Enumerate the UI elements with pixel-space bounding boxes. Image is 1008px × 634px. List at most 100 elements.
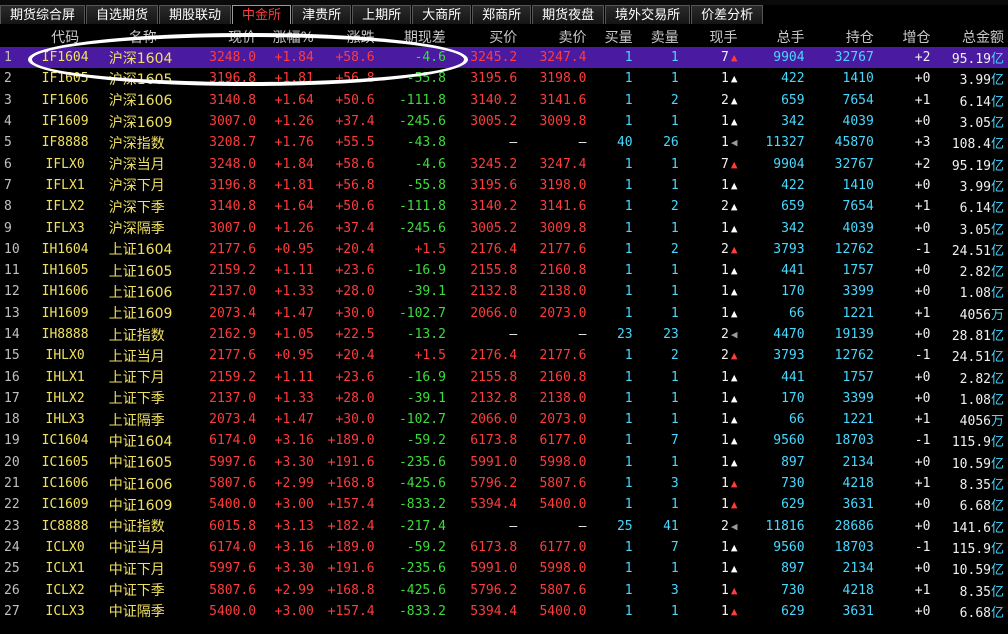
table-row[interactable]: 27 ICLX3 中证隔季 5400.0 +3.00 +157.4 -833.2 5394.4… (0, 601, 1008, 622)
last-hand: 1 ▲ (683, 68, 742, 89)
table-row[interactable]: 23 IC8888 中证指数 6015.8 +3.13 +182.4 -217.4 – – 25 4… (0, 516, 1008, 537)
tab-6[interactable]: 大商所 (412, 5, 472, 24)
turnover-value: 3.05 (959, 222, 991, 238)
change-amount: +37.4 (335, 114, 375, 130)
white-up-arrow-icon: ▲ (730, 285, 738, 299)
table-row[interactable]: 7 IFLX1 沪深下月 3196.8 +1.81 +56.8 -55.8 3195.6 319… (0, 175, 1008, 196)
table-row[interactable]: 2 IF1605 沪深1605 3196.8 +1.81 +56.8 -55.8 3195.6… (0, 68, 1008, 89)
turnover: 108.4亿 (934, 132, 1008, 153)
last-hand: 1 ▲ (683, 601, 742, 622)
turnover-unit: 亿 (990, 286, 1004, 302)
tab-1[interactable]: 自选期货 (86, 5, 159, 24)
table-row[interactable]: 17 IHLX2 上证下季 2137.0 +1.33 +28.0 -39.1 2132.8 21… (0, 388, 1008, 409)
last-hand: 2 ◀ (683, 324, 742, 345)
table-row[interactable]: 19 IC1604 中证1604 6174.0 +3.16 +189.0 -59.2 6173… (0, 430, 1008, 451)
basis-value: -111.8 (398, 92, 446, 108)
column-header-turnover[interactable]: 总金额 (934, 26, 1008, 47)
tab-5[interactable]: 上期所 (352, 5, 412, 24)
table-row[interactable]: 9 IFLX3 沪深隔季 3007.0 +1.26 +37.4 -245.6 3005.2 30… (0, 217, 1008, 238)
tab-7[interactable]: 郑商所 (472, 5, 532, 24)
table-row[interactable]: 13 IH1609 上证1609 2073.4 +1.47 +30.0 -102.7 2066… (0, 303, 1008, 324)
basis-value: -235.6 (398, 454, 446, 470)
tab-10[interactable]: 价差分析 (691, 5, 764, 24)
tab-3[interactable]: 中金所 (232, 5, 292, 24)
column-header-total-volume[interactable]: 总手 (741, 26, 808, 47)
contract-name: 上证指数 (108, 327, 165, 344)
table-row[interactable]: 11 IH1605 上证1605 2159.2 +1.11 +23.6 -16.9 2155.… (0, 260, 1008, 281)
column-header-name[interactable]: 名称 (103, 26, 187, 47)
table-row[interactable]: 18 IHLX3 上证隔季 2073.4 +1.47 +30.0 -102.7 2066.0 2… (0, 409, 1008, 430)
tab-0[interactable]: 期货综合屏 (0, 5, 86, 24)
contract-code: IF1606 (41, 92, 89, 108)
change-percent: +1.11 (274, 369, 314, 385)
table-row[interactable]: 20 IC1605 中证1605 5997.6 +3.30 +191.6 -235.6 599… (0, 452, 1008, 473)
row-index: 27 (4, 603, 20, 619)
table-row[interactable]: 24 ICLX0 中证当月 6174.0 +3.16 +189.0 -59.2 6173.8 6… (0, 537, 1008, 558)
table-row[interactable]: 26 ICLX2 中证下季 5807.6 +2.99 +168.8 -425.6 5796.2… (0, 579, 1008, 600)
change-amount: +20.4 (335, 241, 375, 257)
column-header-code[interactable]: 代码 (31, 26, 102, 47)
turnover-value: 6.14 (959, 94, 991, 110)
table-row[interactable]: 12 IH1606 上证1606 2137.0 +1.33 +28.0 -39.1 2132.… (0, 281, 1008, 302)
contract-name: 上证1609 (108, 306, 173, 323)
table-row[interactable]: 6 IFLX0 沪深当月 3248.0 +1.84 +58.6 -4.6 3245.2 3247… (0, 153, 1008, 174)
column-header-index[interactable] (0, 26, 31, 47)
last-hand-value: 1 (721, 284, 729, 300)
open-interest: 45870 (834, 135, 874, 151)
column-header-bid-volume[interactable]: 买量 (590, 26, 636, 47)
basis-value: -425.6 (398, 582, 446, 598)
bid-price: 2176.4 (470, 241, 518, 257)
column-header-price[interactable]: 现价 (187, 26, 260, 47)
table-row[interactable]: 5 IF8888 沪深指数 3208.7 +1.76 +55.5 -43.8– –40 26 1 ◀… (0, 132, 1008, 153)
column-header-change[interactable]: 涨跌 (318, 26, 379, 47)
change-amount: +189.0 (327, 433, 375, 449)
ask-price: 2138.0 (539, 390, 587, 406)
contract-code: IC1609 (41, 497, 89, 513)
turnover-unit: 亿 (990, 563, 1004, 579)
column-header-ask[interactable]: 卖价 (521, 26, 590, 47)
table-row[interactable]: 1 IF1604 沪深1604 3248.0 +1.84 +58.6 -4.6 3245.2 3… (0, 47, 1008, 69)
ask-price: 3141.6 (539, 92, 587, 108)
ask-price: 5807.6 (539, 582, 587, 598)
table-row[interactable]: 25 ICLX1 中证下月 5997.6 +3.30 +191.6 -235.6 5991.0… (0, 558, 1008, 579)
table-row[interactable]: 3 IF1606 沪深1606 3140.8 +1.64 +50.6 -111.8 3140.… (0, 90, 1008, 111)
basis-value: -245.6 (398, 114, 446, 130)
oi-change: +0 (914, 497, 931, 513)
table-row[interactable]: 21 IC1606 中证1606 5807.6 +2.99 +168.8 -425.6 579… (0, 473, 1008, 494)
red-up-arrow-icon: ▲ (730, 51, 738, 65)
change-amount: +30.0 (335, 412, 375, 428)
table-row[interactable]: 22 IC1609 中证1609 5400.0 +3.00 +157.4 -833.2 539… (0, 494, 1008, 515)
tab-8[interactable]: 期货夜盘 (532, 5, 605, 24)
white-up-arrow-icon: ▲ (730, 200, 738, 214)
last-hand: 1 ▲ (683, 452, 742, 473)
exchange-tab-bar: 期货综合屏 自选期货 期股联动 中金所 津贵所 上期所 大商所 郑商所 期货夜盘 境外交易所 价差分… (0, 5, 1008, 25)
table-row[interactable]: 16 IHLX1 上证下月 2159.2 +1.11 +23.6 -16.9 2155.8 21… (0, 366, 1008, 387)
tab-4[interactable]: 津贵所 (292, 5, 352, 24)
open-interest: 28686 (834, 518, 874, 534)
table-row[interactable]: 15 IHLX0 上证当月 2177.6 +0.95 +20.4 +1.5 2176.4 217… (0, 345, 1008, 366)
contract-name: 沪深1609 (108, 114, 173, 131)
open-interest: 1757 (842, 369, 874, 385)
table-row[interactable]: 14 IH8888 上证指数 2162.9 +1.05 +22.5 -13.2 – – 23 23 2… (0, 324, 1008, 345)
column-header-bid[interactable]: 买价 (450, 26, 521, 47)
column-header-pct[interactable]: 涨幅% (260, 26, 318, 47)
table-row[interactable]: 10 IH1604 上证1604 2177.6 +0.95 +20.4 +1.5 2176.4… (0, 239, 1008, 260)
column-header-ask-volume[interactable]: 卖量 (637, 26, 683, 47)
column-header-last-hand[interactable]: 现手 (683, 26, 742, 47)
last-price: 3196.8 (209, 71, 257, 87)
bid-volume: 1 (624, 199, 633, 215)
contract-code: ICLX2 (45, 582, 85, 598)
column-header-oi-change[interactable]: 增仓 (878, 26, 935, 47)
ask-volume: 1 (670, 71, 679, 87)
turnover-unit: 亿 (990, 520, 1004, 536)
bid-volume: 1 (624, 369, 633, 385)
bid-price: 3195.6 (470, 177, 518, 193)
tab-9[interactable]: 境外交易所 (605, 5, 691, 24)
tab-2[interactable]: 期股联动 (159, 5, 232, 24)
table-row[interactable]: 8 IFLX2 沪深下季 3140.8 +1.64 +50.6 -111.8 3140.2 31… (0, 196, 1008, 217)
turnover-value: 1.08 (959, 392, 991, 408)
last-hand-value: 1 (721, 220, 729, 236)
column-header-basis[interactable]: 期现差 (379, 26, 450, 47)
column-header-open-interest[interactable]: 持仓 (809, 26, 878, 47)
table-row[interactable]: 4 IF1609 沪深1609 3007.0 +1.26 +37.4 -245.6 3005.… (0, 111, 1008, 132)
